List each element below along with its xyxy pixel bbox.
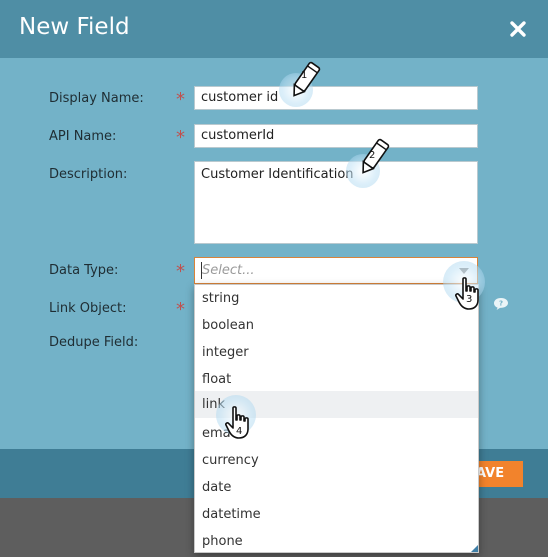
description-value: Customer Identification — [201, 167, 354, 182]
option-datetime[interactable]: datetime — [195, 501, 478, 528]
api-name-value: customerId — [201, 128, 275, 143]
option-float[interactable]: float — [195, 366, 478, 393]
option-date[interactable]: date — [195, 474, 478, 501]
option-integer[interactable]: integer — [195, 339, 478, 366]
step-number: 3 — [466, 294, 473, 305]
display-name-value: customer id — [201, 90, 279, 105]
dedupe-field-label: Dedupe Field: — [49, 335, 139, 350]
svg-text:?: ? — [499, 300, 503, 308]
close-icon[interactable] — [506, 17, 530, 41]
required-star: * — [176, 127, 185, 148]
dialog-title: New Field — [19, 14, 130, 40]
data-type-label: Data Type: — [49, 263, 119, 278]
option-phone[interactable]: phone — [195, 528, 478, 555]
display-name-label: Display Name: — [49, 91, 144, 106]
api-name-label: API Name: — [49, 129, 117, 144]
description-textarea[interactable]: Customer Identification — [194, 161, 478, 244]
data-type-select[interactable]: Select... — [194, 257, 478, 284]
required-star: * — [176, 261, 185, 282]
option-boolean[interactable]: boolean — [195, 312, 478, 339]
required-star: * — [176, 89, 185, 110]
api-name-input[interactable]: customerId — [194, 124, 478, 148]
resize-grip-icon[interactable] — [471, 545, 478, 552]
dialog-header: New Field — [0, 0, 548, 58]
option-currency[interactable]: currency — [195, 447, 478, 474]
step-number: 4 — [236, 426, 243, 437]
screen: New Field Display Name: * customer id AP… — [0, 0, 548, 557]
description-label: Description: — [49, 167, 128, 182]
step-number: 2 — [369, 150, 376, 161]
data-type-placeholder: Select... — [202, 263, 255, 278]
option-string[interactable]: string — [195, 285, 478, 312]
link-object-label: Link Object: — [49, 301, 127, 316]
display-name-input[interactable]: customer id — [194, 86, 478, 110]
help-icon[interactable]: ? — [493, 296, 509, 310]
required-star: * — [176, 299, 185, 320]
step-number: 1 — [301, 70, 308, 81]
